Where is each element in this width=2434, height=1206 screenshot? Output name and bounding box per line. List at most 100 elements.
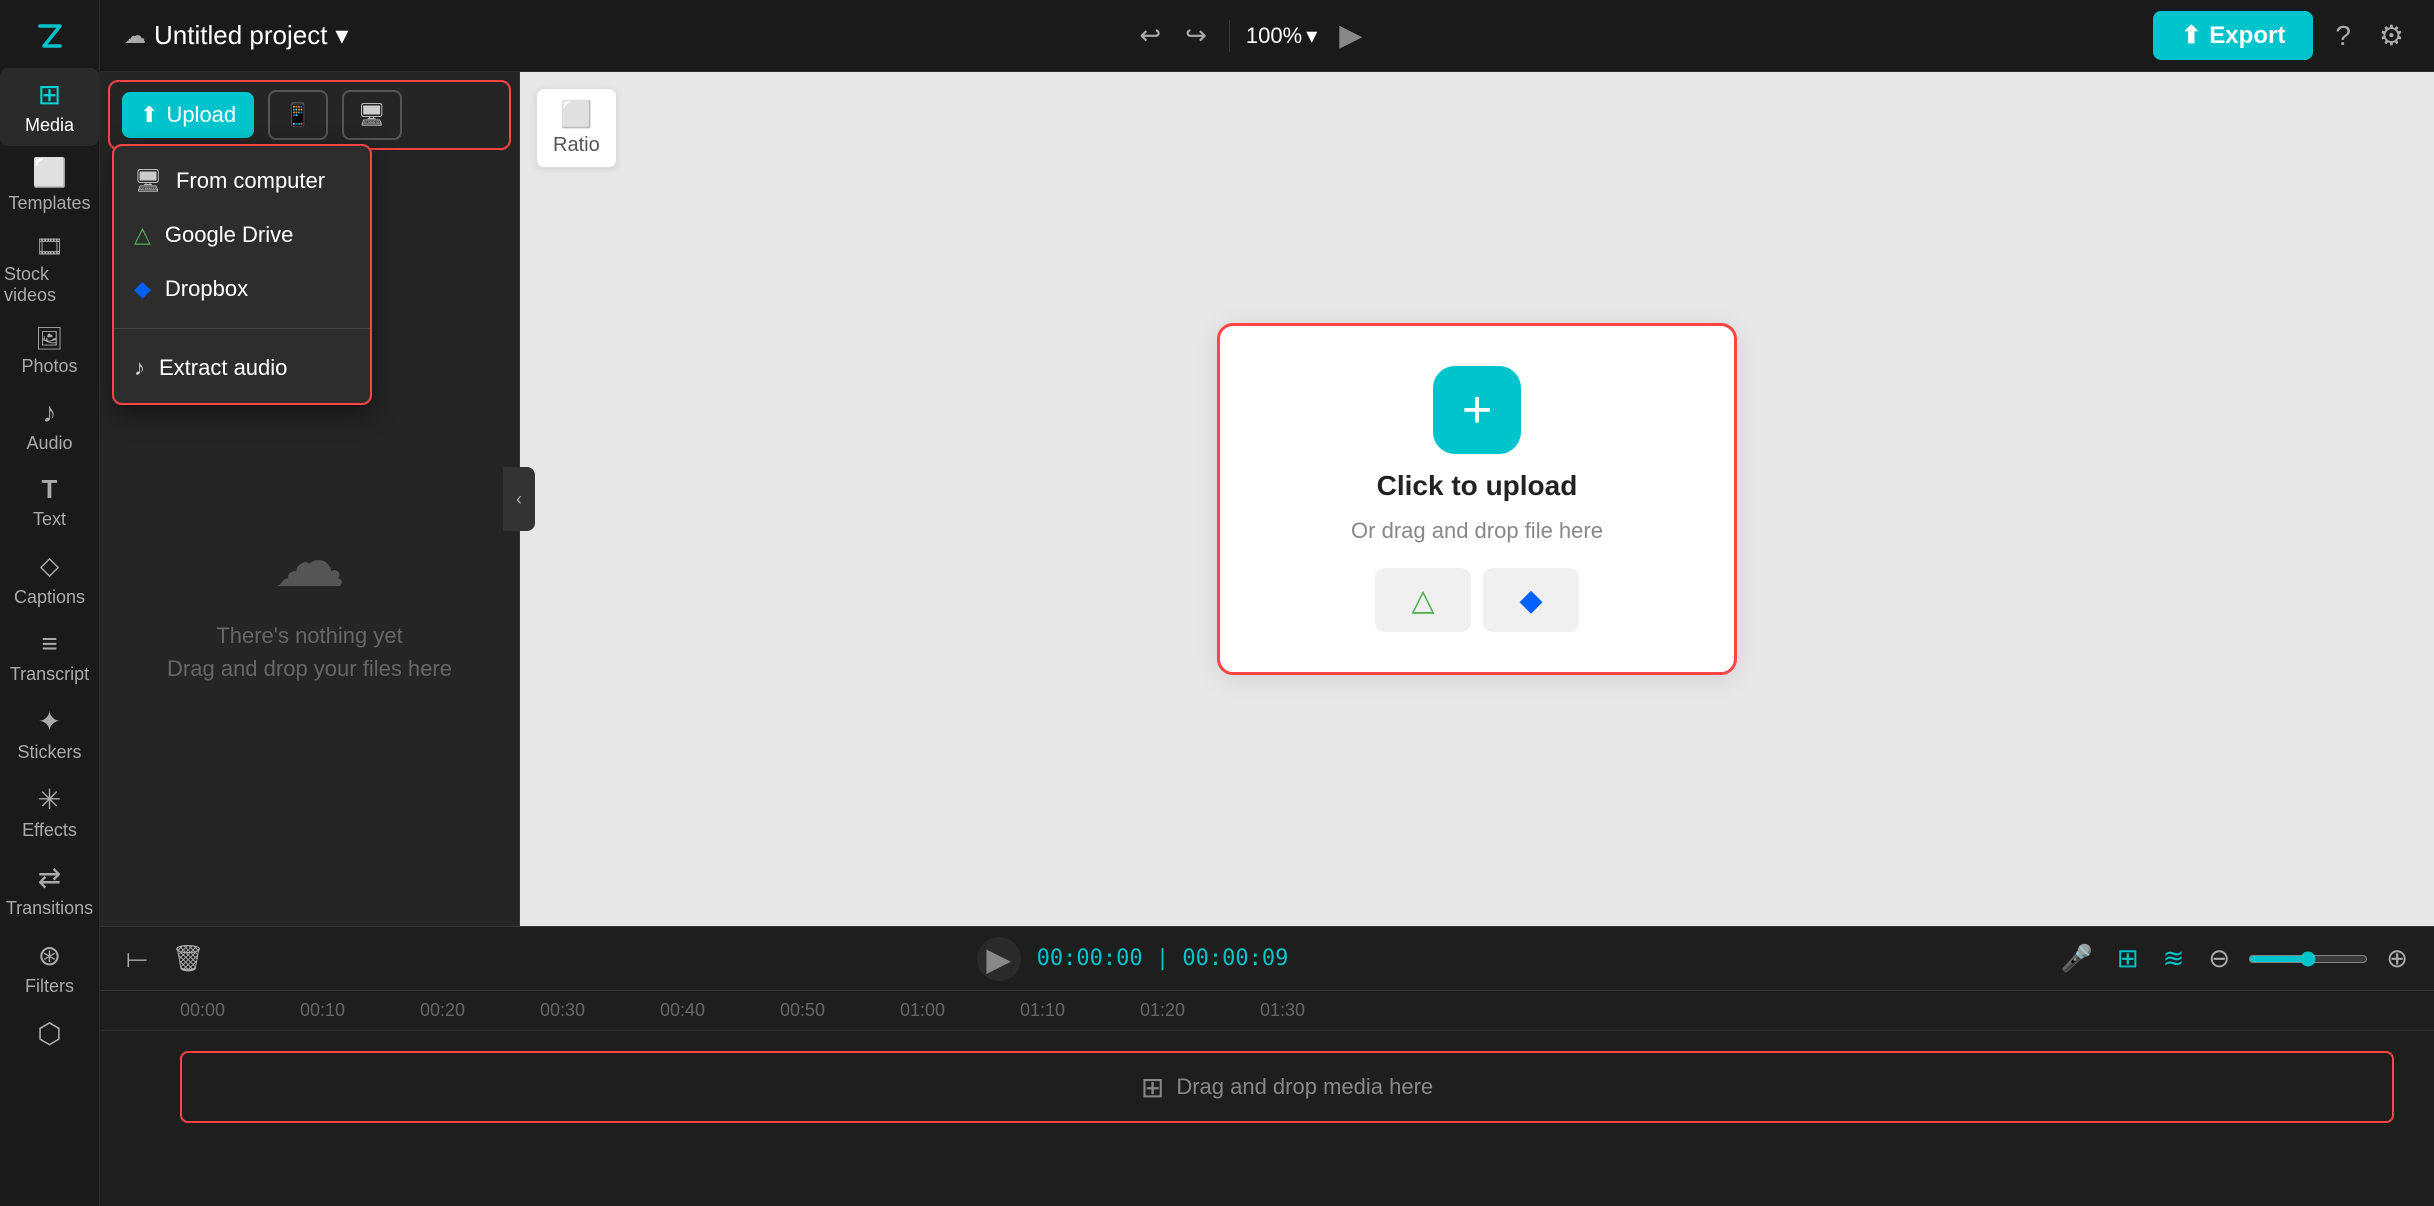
upload-label: Upload [166,102,236,128]
empty-state-text: There's nothing yet Drag and drop your f… [167,619,452,685]
text-icon: T [42,474,58,505]
extract-audio-item[interactable]: ♪ Extract audio [114,341,370,395]
ratio-button[interactable]: ⬜ Ratio [536,88,617,168]
panel-collapse-handle[interactable]: ‹ [503,467,535,531]
effects-icon: ✳ [38,783,61,816]
from-computer-label: From computer [176,168,325,194]
sidebar-item-label: Photos [21,356,77,377]
help-button[interactable]: ? [2329,14,2357,58]
timeline-play-button[interactable]: ▶ [977,937,1021,981]
ratio-label: Ratio [553,134,600,157]
mobile-icon: 📱 [284,102,311,128]
google-drive-upload-button[interactable]: △ [1375,568,1471,632]
timeline-area: ⟝ 🗑 ▶ 00:00:00 | 00:00:09 🎤 ⊞ ≋ ⊖ ⊕ [100,926,2434,1206]
zoom-chevron-icon: ▾ [1306,23,1317,49]
sidebar-item-filters[interactable]: ⊛ Filters [0,929,99,1007]
upload-card: + Click to upload Or drag and drop file … [1217,323,1737,675]
project-title: Untitled project [154,20,327,51]
templates-icon: ⬜ [32,156,67,189]
topbar: ☁ Untitled project ▾ ↩ ↪ 100% ▾ ▶ ⬆ Expo… [100,0,2434,72]
zoom-value: 100% [1246,23,1302,49]
sidebar-item-text[interactable]: T Text [0,464,99,540]
upload-dropdown: 🖥 From computer △ Google Drive ◆ Dropbox [112,144,372,405]
stickers-icon: ✦ [38,705,61,738]
export-label: Export [2209,22,2285,50]
sidebar-item-label: Audio [26,433,72,454]
sidebar-item-stickers[interactable]: ✦ Stickers [0,695,99,773]
app-logo [22,8,78,64]
microphone-button[interactable]: 🎤 [2054,937,2098,980]
audio-levels-button[interactable]: ≋ [2157,937,2191,980]
sidebar-item-transitions[interactable]: ⇄ Transitions [0,851,99,929]
audio-icon: ♪ [43,397,57,429]
transitions-icon: ⇄ [38,861,61,894]
timeline-right-tools: 🎤 ⊞ ≋ ⊖ ⊕ [2054,937,2414,980]
google-drive-icon: △ [134,222,151,248]
left-panel: ⬆ Upload 📱 🖥 🖥 From computer [100,72,520,926]
save-to-cloud-icon: ☁ [124,23,146,49]
sidebar-item-label: Effects [22,820,77,841]
play-icon: ▶ [977,937,1021,981]
sidebar-item-label: Filters [25,976,74,997]
zoom-selector[interactable]: 100% ▾ [1246,23,1317,49]
canvas-area: ⬜ Ratio + Click to upload Or drag and dr… [520,72,2434,926]
zoom-slider[interactable] [2248,951,2368,967]
upload-tab[interactable]: ⬆ Upload [122,92,254,138]
ruler-mark: 00:40 [660,1000,780,1021]
sidebar-item-audio[interactable]: ♪ Audio [0,387,99,464]
sidebar-item-captions[interactable]: ⬦ Captions [0,540,99,618]
sidebar-item-label: Transcript [10,664,89,685]
project-title-button[interactable]: Untitled project ▾ [154,20,348,51]
topbar-right: ⬆ Export ? ⚙ [2153,11,2410,60]
from-computer-item[interactable]: 🖥 From computer [114,154,370,208]
timeline-tracks: ⊞ Drag and drop media here [100,1031,2434,1206]
content-area: ⬆ Upload 📱 🖥 🖥 From computer [100,72,2434,926]
upload-card-actions: △ ◆ [1375,568,1579,632]
sidebar-item-media[interactable]: ⊞ Media [0,68,99,146]
ruler-mark: 00:10 [300,1000,420,1021]
export-button[interactable]: ⬆ Export [2153,11,2313,60]
ruler-mark: 00:30 [540,1000,660,1021]
upload-plus-button[interactable]: + [1433,366,1521,454]
ruler-mark: 01:00 [900,1000,1020,1021]
sidebar-item-subtitles[interactable]: ⬡ [0,1007,99,1060]
dropbox-item[interactable]: ◆ Dropbox [114,262,370,316]
screen-record-icon: 🖥 [358,102,386,128]
topbar-center: ↩ ↪ 100% ▾ ▶ [364,12,2137,59]
google-drive-card-icon: △ [1411,583,1434,618]
split-tool-button[interactable]: ⟝ [120,937,154,981]
add-track-button[interactable]: ⊞ [2111,937,2145,980]
sidebar-item-effects[interactable]: ✳ Effects [0,773,99,851]
drop-zone-grid-icon: ⊞ [1141,1071,1164,1104]
computer-icon: 🖥 [134,168,162,194]
settings-button[interactable]: ⚙ [2373,13,2410,58]
media-icon: ⊞ [38,78,61,111]
mobile-tab[interactable]: 📱 [268,90,327,140]
sidebar-item-photos[interactable]: 🖼 Photos [0,316,99,387]
undo-button[interactable]: ↩ [1133,14,1167,57]
extract-audio-icon: ♪ [134,355,145,381]
sidebar-item-stock-videos[interactable]: 🎞 Stock videos [0,224,99,316]
sidebar-item-label: Media [25,115,74,136]
play-preview-button[interactable]: ▶ [1333,12,1368,59]
sidebar-item-label: Transitions [6,898,93,919]
sidebar-item-transcript[interactable]: ≡ Transcript [0,618,99,695]
captions-icon: ⬦ [40,550,60,583]
sidebar-item-templates[interactable]: ⬜ Templates [0,146,99,224]
google-drive-label: Google Drive [165,222,293,248]
zoom-out-button[interactable]: ⊖ [2202,937,2236,980]
ruler-mark: 01:30 [1260,1000,1380,1021]
upload-card-subtitle: Or drag and drop file here [1351,518,1603,544]
topbar-controls: ↩ ↪ [1133,14,1213,57]
delete-button[interactable]: 🗑 [166,937,211,980]
redo-button[interactable]: ↪ [1179,14,1213,57]
dropbox-card-icon: ◆ [1519,583,1542,618]
ruler-mark: 00:00 [180,1000,300,1021]
timeline-drop-zone[interactable]: ⊞ Drag and drop media here [180,1051,2394,1123]
screen-tab[interactable]: 🖥 [342,90,402,140]
dropbox-upload-button[interactable]: ◆ [1483,568,1579,632]
dropbox-icon: ◆ [134,276,151,302]
plus-icon: + [1462,384,1492,436]
google-drive-item[interactable]: △ Google Drive [114,208,370,262]
zoom-in-button[interactable]: ⊕ [2380,937,2414,980]
